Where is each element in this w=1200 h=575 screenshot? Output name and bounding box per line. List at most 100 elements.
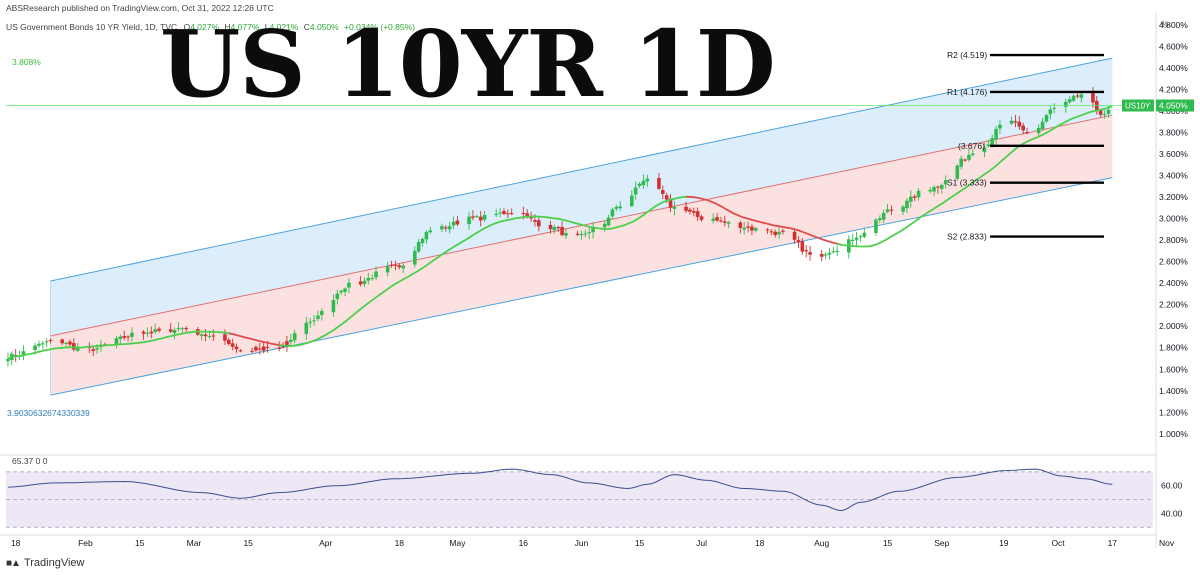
x-tick-label: 18 [395,538,405,548]
tradingview-icon: ■▲ [6,557,21,569]
y-tick-label: 2.600% [1159,257,1188,267]
candle-body [1025,131,1029,134]
x-tick-label: Jun [575,538,589,548]
candle-body [831,251,836,253]
candle-body [579,233,584,236]
candle-body [413,250,417,265]
candle-body [6,359,10,362]
candle-body [746,226,750,228]
candle-body [320,311,324,315]
pivot-label: S2 (2.833) [947,232,987,242]
candle-body [374,271,378,278]
candle-body [723,221,727,223]
candle-body [994,128,998,140]
candle-body [258,348,262,350]
candle-body [184,328,188,330]
x-tick-label: Apr [319,538,332,548]
candle-body [114,338,119,345]
candle-body [998,124,1002,129]
candle-body [564,233,568,236]
candle-body [506,213,510,215]
candle-body [932,187,936,192]
x-tick-label: 16 [519,538,529,548]
y-tick-label: 3.400% [1159,170,1188,180]
y-tick-label: 2.000% [1159,321,1188,331]
candle-body [141,331,146,334]
candle-body [308,321,312,323]
x-tick-label: 18 [755,538,765,548]
candle-body [606,217,611,226]
y-tick-label: 3.200% [1159,192,1188,202]
candle-body [928,189,932,192]
x-tick-label: 15 [883,538,893,548]
candle-body [684,206,688,211]
rsi-tick-label: 40.00 [1161,508,1183,518]
candle-body [688,209,692,212]
tradingview-logo: ■▲ TradingView [6,557,84,569]
candle-body [719,220,723,222]
rsi-tick-label: 60.00 [1161,481,1183,491]
candle-body [1013,121,1018,123]
candle-body [478,216,483,221]
candle-body [60,339,64,344]
candle-body [149,331,154,334]
y-tick-label: 3.800% [1159,127,1188,137]
candle-body [1017,121,1022,127]
symbol-tag-label: US10Y [1125,102,1151,111]
candle-body [777,231,781,235]
y-tick-label: 1.000% [1159,429,1188,439]
candle-body [176,328,181,330]
y-tick-label: 2.200% [1159,300,1188,310]
candle-body [223,334,227,341]
candle-body [455,220,460,225]
candle-body [905,200,909,209]
candle-body [304,322,309,334]
candle-body [633,187,638,195]
y-tick-label: 1.600% [1159,364,1188,374]
x-tick-label: 15 [135,538,145,548]
y-tick-label: 1.200% [1159,407,1188,417]
candle-body [153,329,157,332]
y-tick-label: 1.400% [1159,386,1188,396]
x-tick-label: 19 [999,538,1009,548]
candle-body [366,277,371,281]
candle-body [765,229,770,231]
candle-body [630,195,634,207]
candle-body [711,218,715,221]
candle-body [498,212,502,214]
candle-body [440,226,444,230]
pivot-label: R2 (4.519) [947,50,987,60]
candle-body [750,226,754,231]
candle-body [986,144,991,147]
candle-body [33,345,37,350]
candle-body [482,214,487,220]
candle-body [587,232,591,234]
candle-body [509,213,514,215]
candle-body [858,236,863,238]
candle-body [773,231,777,236]
candle-body [610,209,615,217]
x-tick-label: Mar [187,538,202,548]
candle-body [1091,92,1095,103]
candle-body [754,228,758,231]
pivot-label: S1 (3.333) [947,178,987,188]
candle-body [227,339,231,345]
candle-body [661,190,665,194]
candle-body [1075,95,1080,97]
candle-body [537,220,541,227]
candle-body [1071,95,1076,101]
candle-body [657,177,661,189]
overlay-title: US 10YR 1D [160,10,776,118]
candle-body [172,330,177,334]
x-tick-label: Aug [814,538,829,548]
candle-body [130,332,134,337]
candle-body [254,346,258,351]
candle-body [808,252,812,255]
candle-body [37,343,41,346]
candle-body [41,343,45,345]
candle-body [1009,120,1014,124]
candle-body [556,227,560,229]
candle-body [428,230,433,233]
candle-body [250,350,254,352]
candle-body [289,339,293,342]
